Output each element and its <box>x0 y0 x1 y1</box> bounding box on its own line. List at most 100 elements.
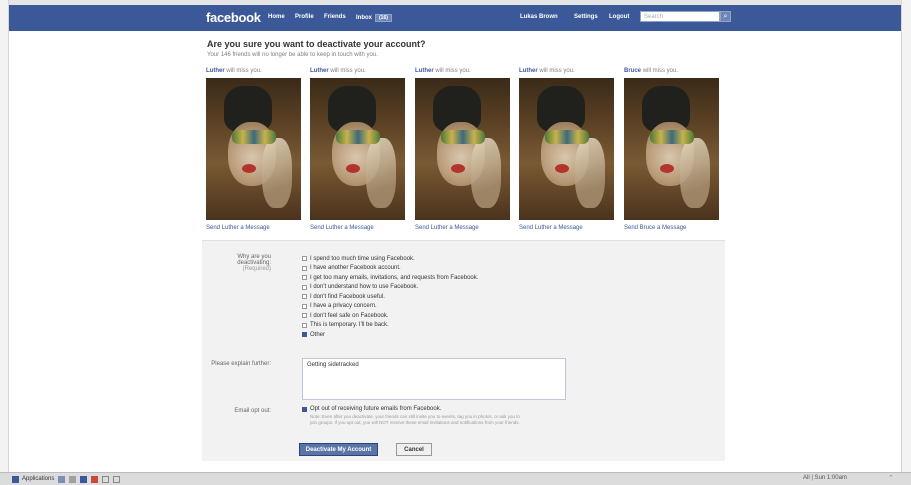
taskbar: Applications All | Sun 1:00am ⌃ <box>0 472 911 485</box>
reason-option[interactable]: I spend too much time using Facebook. <box>302 254 478 264</box>
send-message-link[interactable]: Send Bruce a Message <box>624 225 719 231</box>
send-message-link[interactable]: Send Luther a Message <box>310 225 405 231</box>
friend-photo[interactable] <box>624 78 719 220</box>
friend-caption: Bruce will miss you. <box>624 68 719 78</box>
optout-row: Opt out of receiving future emails from … <box>302 406 522 425</box>
friend-photo[interactable] <box>519 78 614 220</box>
friend-card: Bruce will miss you. Send Bruce a Messag… <box>624 68 719 231</box>
cancel-button[interactable]: Cancel <box>396 443 432 456</box>
facebook-header: facebook Home Profile Friends Inbox (16) … <box>9 5 901 31</box>
reason-label: Why are you deactivating: (Required) <box>206 254 271 272</box>
send-message-link[interactable]: Send Luther a Message <box>415 225 510 231</box>
launcher-icon[interactable] <box>58 475 66 483</box>
friend-card: Luther will miss you. Send Luther a Mess… <box>519 68 614 231</box>
reason-checkbox-list: I spend too much time using Facebook. I … <box>302 254 478 340</box>
explain-textarea[interactable]: Getting sidetracked <box>302 358 566 400</box>
reason-checkbox[interactable] <box>302 322 307 328</box>
friend-card: Luther will miss you. Send Luther a Mess… <box>310 68 405 231</box>
nav-home[interactable]: Home <box>268 14 285 20</box>
launcher-icon[interactable] <box>113 475 121 483</box>
reason-checkbox[interactable] <box>302 265 307 271</box>
reason-label-text: I don't find Facebook useful. <box>310 293 385 300</box>
reason-label-text: I don't understand how to use Facebook. <box>310 284 419 291</box>
friend-caption-text: will miss you. <box>330 68 366 74</box>
send-message-link[interactable]: Send Luther a Message <box>519 225 614 231</box>
reason-checkbox[interactable] <box>302 256 307 262</box>
friend-caption: Luther will miss you. <box>206 68 301 78</box>
optout-checkbox[interactable] <box>302 406 307 412</box>
reason-checkbox[interactable] <box>302 284 307 290</box>
optout-label: Email opt out: <box>234 408 271 414</box>
reason-option[interactable]: This is temporary. I'll be back. <box>302 321 478 331</box>
nav-inbox-label: Inbox <box>356 15 372 21</box>
reason-option[interactable]: I don't understand how to use Facebook. <box>302 283 478 293</box>
deactivate-form: Why are you deactivating: (Required) I s… <box>202 240 725 461</box>
reason-option[interactable]: Other <box>302 330 478 340</box>
nav-friends[interactable]: Friends <box>324 14 346 20</box>
nav-inbox[interactable]: Inbox (16) <box>356 14 392 22</box>
nav-account-name[interactable]: Lukas Brown <box>520 14 558 20</box>
reason-option[interactable]: I don't feel safe on Facebook. <box>302 311 478 321</box>
friend-caption: Luther will miss you. <box>415 68 510 78</box>
friend-name[interactable]: Luther <box>519 68 538 74</box>
friend-name[interactable]: Luther <box>310 68 329 74</box>
header-inner: facebook Home Profile Friends Inbox (16) … <box>204 5 734 31</box>
friend-caption-text: will miss you. <box>435 68 471 74</box>
reason-label-text: This is temporary. I'll be back. <box>310 322 389 329</box>
friend-caption: Luther will miss you. <box>519 68 614 78</box>
friend-card: Luther will miss you. Send Luther a Mess… <box>415 68 510 231</box>
friend-photo[interactable] <box>206 78 301 220</box>
reason-checkbox[interactable] <box>302 303 307 309</box>
nav-logout[interactable]: Logout <box>609 14 629 20</box>
window-left-edge <box>0 0 9 484</box>
friend-name[interactable]: Bruce <box>624 68 641 74</box>
reason-option[interactable]: I don't find Facebook useful. <box>302 292 478 302</box>
reason-required-note: (Required) <box>242 266 271 272</box>
reason-label-text: Why are you deactivating: <box>237 254 271 266</box>
friend-photo[interactable] <box>310 78 405 220</box>
launcher-icon[interactable] <box>102 475 110 483</box>
nav-profile[interactable]: Profile <box>295 14 314 20</box>
facebook-logo[interactable]: facebook <box>206 10 261 25</box>
reason-label-text: I don't feel safe on Facebook. <box>310 312 389 319</box>
reason-label-text: I get too many emails, invitations, and … <box>310 274 479 281</box>
search-icon[interactable]: ⌕ <box>720 11 731 22</box>
launcher-icon[interactable] <box>69 475 77 483</box>
taskbar-clock: All | Sun 1:00am <box>803 475 847 481</box>
launcher-icon[interactable] <box>80 475 88 483</box>
reason-checkbox[interactable] <box>302 294 307 300</box>
friend-card: Luther will miss you. Send Luther a Mess… <box>206 68 301 231</box>
reason-checkbox[interactable] <box>302 332 307 338</box>
send-message-link[interactable]: Send Luther a Message <box>206 225 301 231</box>
friend-caption-text: will miss you. <box>642 68 679 74</box>
reason-option[interactable]: I have another Facebook account. <box>302 264 478 274</box>
reason-label-text: I have a privacy concern. <box>310 303 377 310</box>
applications-label: Applications <box>22 476 55 482</box>
inbox-count-badge: (16) <box>375 14 392 22</box>
window-right-edge <box>901 0 911 484</box>
optout-option[interactable]: Opt out of receiving future emails from … <box>302 406 522 412</box>
tray-arrow-icon[interactable]: ⌃ <box>888 474 894 482</box>
friend-name[interactable]: Luther <box>415 68 434 74</box>
friend-name[interactable]: Luther <box>206 68 225 74</box>
reason-option[interactable]: I have a privacy concern. <box>302 302 478 312</box>
reason-checkbox[interactable] <box>302 275 307 281</box>
explain-label: Please explain further: <box>211 361 271 367</box>
optout-title-text: Opt out of receiving future emails from … <box>310 406 442 412</box>
page-title: Are you sure you want to deactivate your… <box>207 39 426 49</box>
applications-icon <box>12 475 19 483</box>
launcher-icon[interactable] <box>91 475 99 483</box>
reason-option[interactable]: I get too many emails, invitations, and … <box>302 273 478 283</box>
optout-description: Note: Even after you deactivate, your fr… <box>310 414 520 425</box>
reason-checkbox[interactable] <box>302 313 307 319</box>
reason-label-text: I have another Facebook account. <box>310 265 401 272</box>
page-subtitle: Your 146 friends will no longer be able … <box>207 52 378 58</box>
reason-label-text: Other <box>310 331 326 338</box>
search-input[interactable]: Search <box>640 11 720 22</box>
reason-label-text: I spend too much time using Facebook. <box>310 255 415 262</box>
friend-caption-text: will miss you. <box>226 68 262 74</box>
nav-settings[interactable]: Settings <box>574 14 598 20</box>
applications-menu[interactable]: Applications <box>12 474 121 484</box>
deactivate-button[interactable]: Deactivate My Account <box>299 443 378 456</box>
friend-photo[interactable] <box>415 78 510 220</box>
